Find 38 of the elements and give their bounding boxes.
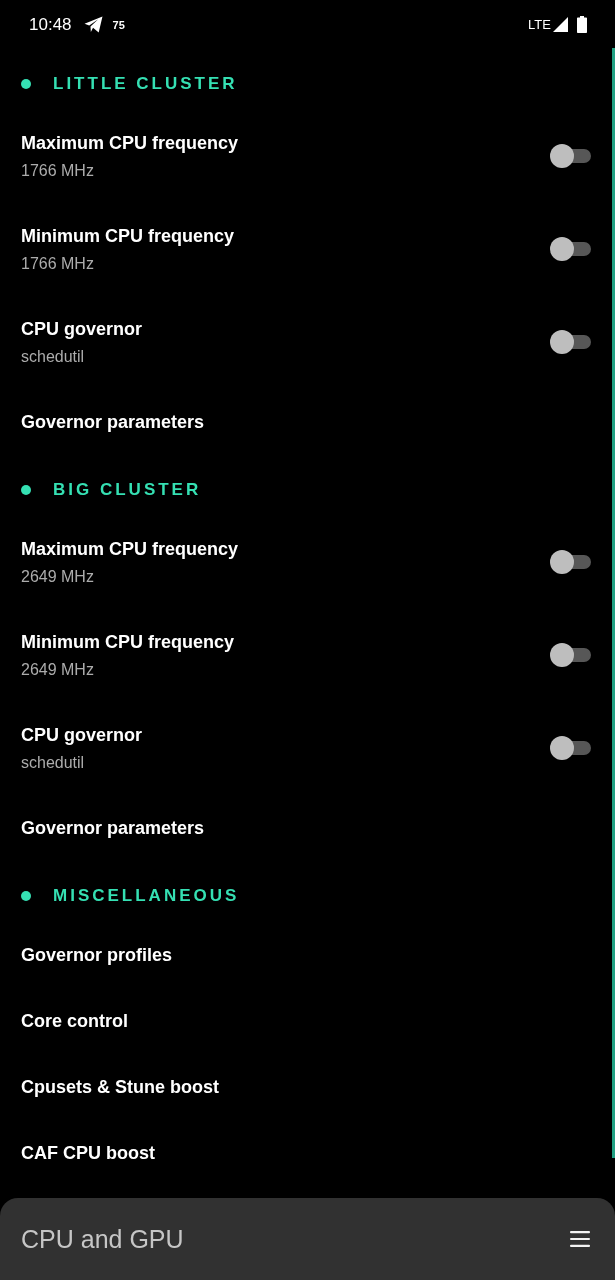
menu-item[interactable]: Governor parameters <box>21 815 205 841</box>
menu-item[interactable]: Governor parameters <box>21 409 205 435</box>
setting-value: 1766 MHz <box>21 254 94 274</box>
menu-item[interactable]: CAF CPU boost <box>21 1140 155 1166</box>
paper-plane-icon <box>83 16 103 33</box>
toggle-switch[interactable] <box>550 736 591 760</box>
setting-title: CPU governor <box>21 318 143 341</box>
setting-title: Minimum CPU frequency <box>21 225 235 248</box>
status-time: 10:48 <box>29 14 72 35</box>
setting-value: 2649 MHz <box>21 660 94 680</box>
section-title: BIG CLUSTER <box>53 479 202 501</box>
bullet-icon <box>21 485 31 495</box>
page-title: CPU and GPU <box>21 1224 185 1254</box>
notification-count: 75 <box>112 18 125 31</box>
toggle-switch[interactable] <box>550 330 591 354</box>
bullet-icon <box>21 891 31 901</box>
bullet-icon <box>21 79 31 89</box>
battery-icon <box>577 16 587 33</box>
section-title: LITTLE CLUSTER <box>53 73 238 95</box>
signal-icon <box>553 17 568 32</box>
menu-item[interactable]: Core control <box>21 1008 128 1034</box>
toggle-switch[interactable] <box>550 237 591 261</box>
setting-value: 1766 MHz <box>21 161 94 181</box>
setting-title: CPU governor <box>21 724 143 747</box>
toggle-switch[interactable] <box>550 643 591 667</box>
setting-title: Maximum CPU frequency <box>21 538 239 561</box>
setting-value: schedutil <box>21 753 85 773</box>
setting-value: 2649 MHz <box>21 567 94 587</box>
network-type: LTE <box>528 17 551 32</box>
setting-title: Maximum CPU frequency <box>21 132 239 155</box>
setting-value: schedutil <box>21 347 85 367</box>
menu-icon[interactable] <box>570 1231 590 1247</box>
toggle-switch[interactable] <box>550 144 591 168</box>
setting-title: Minimum CPU frequency <box>21 631 235 654</box>
toggle-switch[interactable] <box>550 550 591 574</box>
section-title: MISCELLANEOUS <box>53 885 240 907</box>
menu-item[interactable]: Governor profiles <box>21 942 173 968</box>
menu-item[interactable]: Cpusets & Stune boost <box>21 1074 219 1100</box>
